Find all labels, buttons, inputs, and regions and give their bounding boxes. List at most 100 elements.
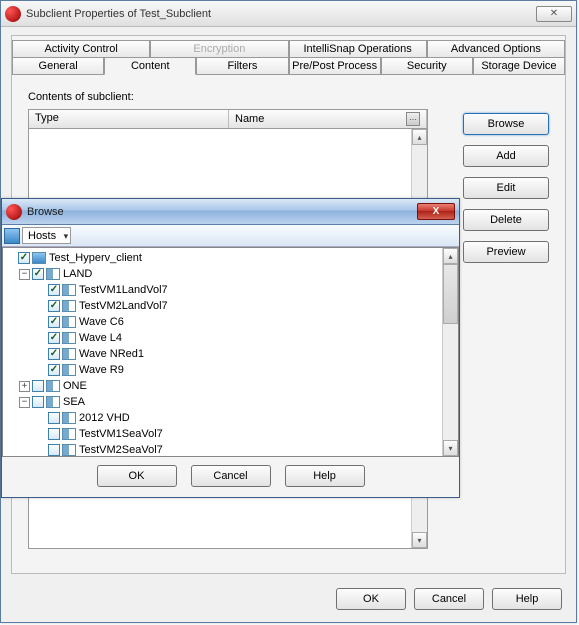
column-sort-icon[interactable]: ⋯ bbox=[406, 112, 420, 126]
tree-checkbox[interactable]: ✓ bbox=[48, 284, 60, 296]
tree-node-wave-r9[interactable]: ✓ Wave R9 bbox=[5, 362, 458, 378]
expand-toggle[interactable] bbox=[35, 429, 46, 440]
tree-checkbox[interactable] bbox=[48, 412, 60, 424]
tree-node-testvm1seavol7[interactable]: TestVM1SeaVol7 bbox=[5, 426, 458, 442]
tree-label: TestVM1LandVol7 bbox=[79, 284, 168, 296]
tree-label: TestVM2SeaVol7 bbox=[79, 444, 163, 456]
tree-label: Wave R9 bbox=[79, 364, 124, 376]
browse-cancel-button[interactable]: Cancel bbox=[191, 465, 271, 487]
browse-toolbar: Hosts bbox=[2, 225, 459, 247]
expand-toggle[interactable]: − bbox=[19, 397, 30, 408]
main-cancel-button[interactable]: Cancel bbox=[414, 588, 484, 610]
tree-checkbox[interactable] bbox=[48, 444, 60, 456]
browse-close-button[interactable]: X bbox=[417, 203, 455, 220]
tree-scroll-down-icon[interactable]: ▾ bbox=[443, 440, 458, 456]
vm-icon bbox=[62, 444, 76, 456]
browse-app-icon bbox=[6, 204, 22, 220]
browse-dialog: Browse X Hosts ✓ Test_Hyperv_client −✓LAND… bbox=[1, 198, 460, 498]
tree-checkbox[interactable] bbox=[32, 396, 44, 408]
tree-checkbox[interactable]: ✓ bbox=[48, 332, 60, 344]
tree-checkbox[interactable]: ✓ bbox=[48, 364, 60, 376]
tree-label: Test_Hyperv_client bbox=[49, 252, 142, 264]
tab-general[interactable]: General bbox=[12, 57, 104, 75]
tree-checkbox[interactable]: ✓ bbox=[48, 300, 60, 312]
expand-toggle[interactable] bbox=[35, 349, 46, 360]
main-ok-button[interactable]: OK bbox=[336, 588, 406, 610]
scroll-down-icon[interactable]: ▾ bbox=[412, 532, 427, 548]
expand-toggle[interactable] bbox=[35, 445, 46, 456]
main-footer-buttons: OK Cancel Help bbox=[336, 588, 562, 610]
tree-label: SEA bbox=[63, 396, 85, 408]
tab-advanced-options[interactable]: Advanced Options bbox=[427, 40, 565, 57]
tree-checkbox[interactable]: ✓ bbox=[32, 268, 44, 280]
tree-node-land[interactable]: −✓LAND bbox=[5, 266, 458, 282]
tree-node-root[interactable]: ✓ Test_Hyperv_client bbox=[5, 250, 458, 266]
expand-toggle[interactable]: + bbox=[19, 381, 30, 392]
main-close-button[interactable]: ✕ bbox=[536, 6, 572, 22]
tab-row-2: General Content Filters Pre/Post Process… bbox=[12, 57, 565, 75]
browse-titlebar: Browse X bbox=[2, 199, 459, 225]
tree-label: TestVM1SeaVol7 bbox=[79, 428, 163, 440]
tree-node-one[interactable]: +ONE bbox=[5, 378, 458, 394]
tree-node-testvm2landvol7[interactable]: ✓ TestVM2LandVol7 bbox=[5, 298, 458, 314]
expand-toggle[interactable] bbox=[35, 285, 46, 296]
tab-activity-control[interactable]: Activity Control bbox=[12, 40, 150, 57]
tree-node-testvm1landvol7[interactable]: ✓ TestVM1LandVol7 bbox=[5, 282, 458, 298]
tab-security[interactable]: Security bbox=[381, 57, 473, 75]
tree-label: Wave C6 bbox=[79, 316, 124, 328]
tab-intellisnap[interactable]: IntelliSnap Operations bbox=[289, 40, 427, 57]
tree-node-wave-nred1[interactable]: ✓ Wave NRed1 bbox=[5, 346, 458, 362]
tree-node-wave-c6[interactable]: ✓ Wave C6 bbox=[5, 314, 458, 330]
vm-icon bbox=[62, 364, 76, 376]
tree-node-sea[interactable]: − SEA bbox=[5, 394, 458, 410]
browse-button[interactable]: Browse bbox=[463, 113, 549, 135]
expand-toggle[interactable] bbox=[35, 301, 46, 312]
main-titlebar: Subclient Properties of Test_Subclient ✕ bbox=[1, 1, 576, 27]
tab-prepost[interactable]: Pre/Post Process bbox=[289, 57, 381, 75]
tree-label: Wave L4 bbox=[79, 332, 122, 344]
tab-content[interactable]: Content bbox=[104, 57, 196, 75]
expand-toggle[interactable] bbox=[35, 413, 46, 424]
tab-filters[interactable]: Filters bbox=[196, 57, 288, 75]
expand-toggle[interactable] bbox=[5, 253, 16, 264]
tree-scrollbar[interactable]: ▴ ▾ bbox=[442, 248, 458, 456]
server-icon bbox=[32, 252, 46, 264]
browse-help-button[interactable]: Help bbox=[285, 465, 365, 487]
tree-node-testvm2seavol7[interactable]: TestVM2SeaVol7 bbox=[5, 442, 458, 457]
vm-icon bbox=[46, 268, 60, 280]
expand-toggle[interactable] bbox=[35, 333, 46, 344]
column-type[interactable]: Type bbox=[29, 110, 229, 128]
tree-checkbox[interactable]: ✓ bbox=[18, 252, 30, 264]
scroll-up-icon[interactable]: ▴ bbox=[412, 129, 427, 145]
tree-checkbox[interactable] bbox=[48, 428, 60, 440]
main-help-button[interactable]: Help bbox=[492, 588, 562, 610]
expand-toggle[interactable]: − bbox=[19, 269, 30, 280]
add-button[interactable]: Add bbox=[463, 145, 549, 167]
tab-row-1: Activity Control Encryption IntelliSnap … bbox=[12, 40, 565, 57]
tree-node-2012-vhd[interactable]: 2012 VHD bbox=[5, 410, 458, 426]
vm-icon bbox=[62, 332, 76, 344]
hosts-dropdown[interactable]: Hosts bbox=[22, 227, 71, 244]
column-name[interactable]: Name ⋯ bbox=[229, 110, 427, 128]
tree-scroll-thumb[interactable] bbox=[443, 264, 458, 324]
tree-label: Wave NRed1 bbox=[79, 348, 144, 360]
vm-icon bbox=[62, 412, 76, 424]
edit-button[interactable]: Edit bbox=[463, 177, 549, 199]
browse-ok-button[interactable]: OK bbox=[97, 465, 177, 487]
preview-button[interactable]: Preview bbox=[463, 241, 549, 263]
tree-label: TestVM2LandVol7 bbox=[79, 300, 168, 312]
app-icon bbox=[5, 6, 21, 22]
tree-checkbox[interactable]: ✓ bbox=[48, 316, 60, 328]
tree-label: 2012 VHD bbox=[79, 412, 130, 424]
tree-checkbox[interactable]: ✓ bbox=[48, 348, 60, 360]
tree-node-wave-l4[interactable]: ✓ Wave L4 bbox=[5, 330, 458, 346]
expand-toggle[interactable] bbox=[35, 317, 46, 328]
vm-icon bbox=[62, 284, 76, 296]
tree-scroll-up-icon[interactable]: ▴ bbox=[443, 248, 458, 264]
tab-storage-device[interactable]: Storage Device bbox=[473, 57, 565, 75]
tree-checkbox[interactable] bbox=[32, 380, 44, 392]
expand-toggle[interactable] bbox=[35, 365, 46, 376]
delete-button[interactable]: Delete bbox=[463, 209, 549, 231]
browse-tree: ✓Test_Hyperv_client−✓LAND✓TestVM1LandVol… bbox=[2, 247, 459, 457]
tab-encryption: Encryption bbox=[150, 40, 288, 57]
